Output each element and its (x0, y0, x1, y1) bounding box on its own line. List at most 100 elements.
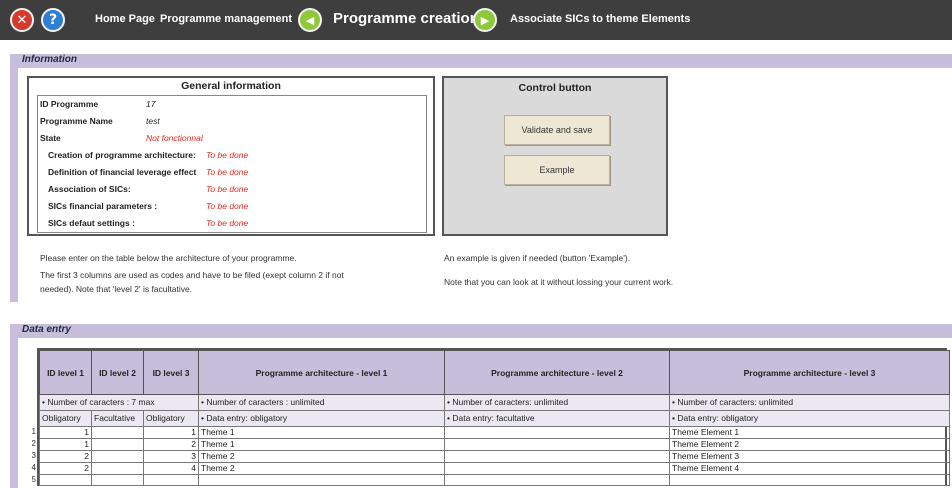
info-row-architecture: Creation of programme architecture: To b… (38, 148, 426, 164)
constraint-cell: • Number of caracters: unlimited (444, 394, 670, 411)
table-cell[interactable]: 1 (39, 426, 92, 439)
info-label: Association of SICs: (48, 184, 131, 194)
table-cell[interactable] (143, 474, 199, 486)
info-value: To be done (206, 184, 249, 194)
table-row: 1 1 Theme 1 Theme Element 1 (39, 426, 950, 439)
table-cell[interactable] (669, 474, 950, 486)
table-cell[interactable]: Theme Element 4 (669, 462, 950, 475)
column-header: ID level 1 (39, 350, 92, 395)
programme-architecture-table: ID level 1 ID level 2 ID level 3 Program… (37, 348, 950, 486)
back-arrow-icon[interactable]: ◀ (298, 8, 322, 32)
table-cell[interactable] (444, 474, 670, 486)
control-button-panel: Control button Validate and save Example (442, 76, 668, 236)
instruction-text-3: needed). Note that 'level 2' is facultat… (40, 284, 193, 294)
table-header-row: ID level 1 ID level 2 ID level 3 Program… (39, 350, 950, 395)
info-label: Definition of financial leverage effect (48, 167, 197, 177)
table-cell[interactable]: Theme 2 (198, 462, 445, 475)
info-row-leverage: Definition of financial leverage effect … (38, 165, 426, 181)
table-row: 1 2 Theme 1 Theme Element 2 (39, 438, 950, 451)
nav-programme-management[interactable]: Programme management (160, 13, 292, 25)
nav-associate-sics[interactable]: Associate SICs to theme Elements (510, 13, 690, 25)
row-number: 1 (31, 427, 36, 436)
table-cell[interactable]: Theme Element 2 (669, 438, 950, 451)
constraint-cell: • Number of caracters: unlimited (669, 394, 950, 411)
rule-cell: • Data entry: obligatory (198, 410, 445, 427)
nav-home-page[interactable]: Home Page (95, 13, 155, 25)
data-entry-section-title: Data entry (22, 324, 71, 335)
table-cell[interactable] (444, 450, 670, 463)
table-cell[interactable]: 3 (143, 450, 199, 463)
info-row-financial: SICs financial parameters : To be done (38, 199, 426, 215)
info-value: 17 (146, 99, 156, 109)
info-value: To be done (206, 150, 249, 160)
column-header: ID level 3 (143, 350, 199, 395)
table-cell[interactable] (91, 462, 144, 475)
data-entry-section-stripe (10, 338, 18, 488)
table-row: 2 3 Theme 2 Theme Element 3 (39, 450, 950, 463)
rule-cell: Obligatory (143, 410, 199, 427)
instruction-text-1: Please enter on the table below the arch… (40, 253, 297, 263)
column-header: Programme architecture - level 1 (198, 350, 445, 395)
table-cell[interactable] (198, 474, 445, 486)
table-cell[interactable]: Theme 1 (198, 426, 445, 439)
row-numbers: 1 2 3 4 5 (28, 426, 36, 486)
table-cell[interactable]: Theme Element 1 (669, 426, 950, 439)
help-icon[interactable]: ? (41, 8, 65, 32)
table-cell[interactable] (91, 438, 144, 451)
info-row-defaults: SICs defaut settings : To be done (38, 216, 426, 232)
info-label: State (40, 133, 61, 143)
general-information-panel: General information ID Programme 17 Prog… (27, 76, 435, 236)
table-cell[interactable] (91, 426, 144, 439)
table-cell[interactable]: Theme 1 (198, 438, 445, 451)
info-value: To be done (206, 167, 249, 177)
table-cell[interactable]: 4 (143, 462, 199, 475)
rule-cell: Obligatory (39, 410, 92, 427)
column-header: ID level 2 (91, 350, 144, 395)
table-cell[interactable]: 1 (39, 438, 92, 451)
constraint-cell: • Number of caracters : unlimited (198, 394, 445, 411)
validate-and-save-button[interactable]: Validate and save (504, 115, 610, 145)
table-cell[interactable] (91, 450, 144, 463)
general-information-list: ID Programme 17 Programme Name test Stat… (37, 95, 427, 233)
table-cell[interactable] (444, 426, 670, 439)
work-preserved-note: Note that you can look at it without los… (444, 277, 674, 287)
information-section-title: Information (22, 54, 77, 65)
close-icon[interactable]: ✕ (10, 8, 34, 32)
info-value: To be done (206, 201, 249, 211)
rule-cell: • Data entry: facultative (444, 410, 670, 427)
forward-arrow-icon[interactable]: ▶ (473, 8, 497, 32)
general-information-title: General information (181, 80, 281, 92)
column-header: Programme architecture - level 2 (444, 350, 670, 395)
example-button[interactable]: Example (504, 155, 610, 185)
table-cell[interactable]: 2 (39, 450, 92, 463)
table-entry-rules-row: Obligatory Facultative Obligatory • Data… (39, 410, 950, 427)
table-constraints-row: • Number of caracters : 7 max • Number o… (39, 394, 950, 411)
information-section-header: Information (10, 54, 952, 68)
instruction-text-2: The first 3 columns are used as codes an… (40, 270, 344, 280)
info-value: Not fonctionnal (146, 133, 203, 143)
info-row-name: Programme Name test (38, 114, 426, 130)
info-label: Creation of programme architecture: (48, 150, 196, 160)
row-number: 3 (31, 451, 36, 460)
info-row-association: Association of SICs: To be done (38, 182, 426, 198)
table-cell[interactable] (444, 462, 670, 475)
table-cell[interactable] (39, 474, 92, 486)
table-cell[interactable] (444, 438, 670, 451)
table-row (39, 474, 950, 486)
table-cell[interactable]: Theme Element 3 (669, 450, 950, 463)
table-cell[interactable]: 2 (143, 438, 199, 451)
info-value: To be done (206, 218, 249, 228)
table-row: 2 4 Theme 2 Theme Element 4 (39, 462, 950, 475)
info-label: SICs defaut settings : (48, 218, 135, 228)
top-navigation-bar: ✕ ? Home Page Programme management ◀ Pro… (0, 0, 952, 40)
table-cell[interactable]: 2 (39, 462, 92, 475)
table-cell[interactable]: Theme 2 (198, 450, 445, 463)
table-cell[interactable]: 1 (143, 426, 199, 439)
row-number: 5 (31, 475, 36, 484)
info-label: Programme Name (40, 116, 113, 126)
info-row-id: ID Programme 17 (38, 97, 426, 113)
example-note: An example is given if needed (button 'E… (444, 253, 631, 263)
table-cell[interactable] (91, 474, 144, 486)
constraint-cell: • Number of caracters : 7 max (39, 394, 199, 411)
info-label: ID Programme (40, 99, 99, 109)
